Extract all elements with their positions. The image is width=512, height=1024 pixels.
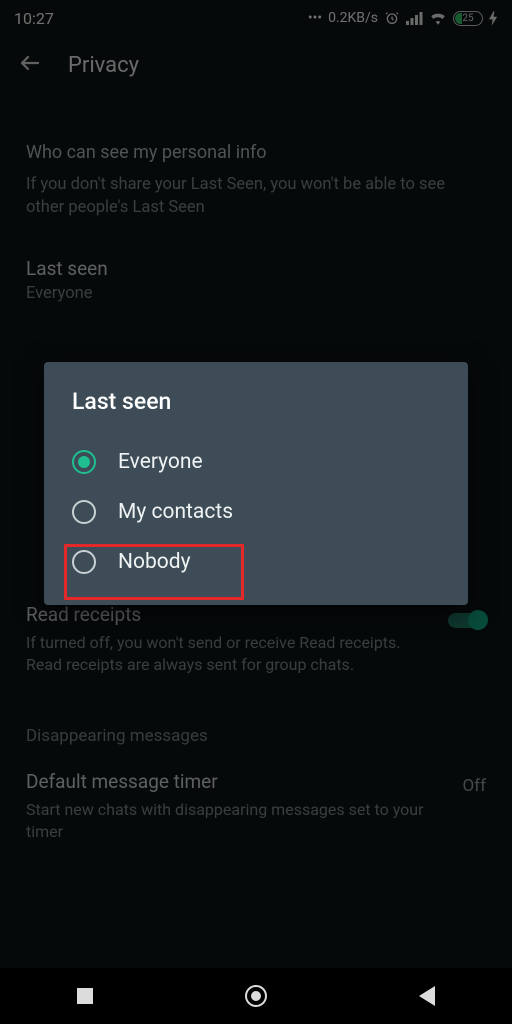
option-label: Nobody: [118, 550, 191, 574]
personal-info-heading: Who can see my personal info: [26, 142, 486, 163]
read-receipts-item[interactable]: Read receipts If turned off, you won't s…: [26, 603, 486, 676]
signal-icon: [406, 11, 423, 25]
system-nav-bar: [0, 968, 512, 1024]
back-arrow-icon[interactable]: [18, 51, 42, 79]
read-receipts-toggle[interactable]: [448, 609, 488, 631]
battery-indicator: 25: [453, 11, 483, 26]
status-bar: 10:27 ••• 0.2KB/s 25: [0, 0, 512, 36]
app-bar: Privacy: [0, 36, 512, 94]
dots-icon: •••: [308, 10, 322, 26]
personal-info-subtext: If you don't share your Last Seen, you w…: [26, 173, 486, 219]
data-speed: 0.2KB/s: [328, 10, 378, 26]
page-title: Privacy: [68, 53, 139, 78]
radio-icon: [72, 500, 96, 524]
last-seen-dialog: Last seen Everyone My contacts Nobody: [44, 362, 468, 605]
read-receipts-desc: If turned off, you won't send or receive…: [26, 632, 426, 676]
timer-title: Default message timer: [26, 770, 486, 793]
timer-value: Off: [462, 776, 486, 796]
clock: 10:27: [14, 9, 54, 28]
read-receipts-title: Read receipts: [26, 603, 486, 626]
option-label: My contacts: [118, 500, 233, 524]
last-seen-value: Everyone: [26, 284, 486, 303]
dialog-title: Last seen: [44, 388, 468, 437]
home-button[interactable]: [224, 976, 288, 1016]
option-label: Everyone: [118, 450, 203, 474]
radio-icon: [72, 450, 96, 474]
back-button[interactable]: [395, 976, 459, 1016]
option-everyone[interactable]: Everyone: [44, 437, 468, 487]
disappearing-section-label: Disappearing messages: [26, 726, 486, 746]
option-my-contacts[interactable]: My contacts: [44, 487, 468, 537]
radio-icon: [72, 550, 96, 574]
last-seen-title: Last seen: [26, 257, 486, 280]
timer-desc: Start new chats with disappearing messag…: [26, 799, 426, 843]
default-timer-item[interactable]: Default message timer Start new chats wi…: [26, 770, 486, 843]
wifi-icon: [429, 11, 447, 25]
alarm-icon: [384, 10, 400, 26]
charging-icon: [489, 11, 498, 26]
last-seen-item[interactable]: Last seen Everyone: [26, 257, 486, 303]
recents-button[interactable]: [53, 976, 117, 1016]
option-nobody[interactable]: Nobody: [44, 537, 468, 587]
